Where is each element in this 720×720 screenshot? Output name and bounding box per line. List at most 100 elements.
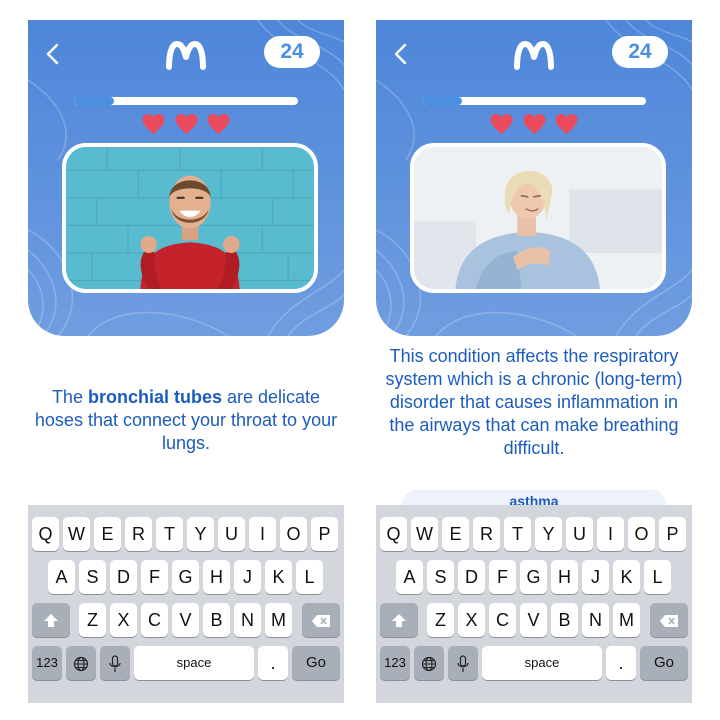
key-i[interactable]: I	[249, 517, 276, 551]
key-v[interactable]: V	[172, 603, 199, 637]
keyboard-row-4: 123 space . Go	[28, 646, 344, 680]
app-logo-icon	[166, 41, 206, 70]
backspace-key[interactable]	[302, 603, 340, 637]
heart-icon	[175, 114, 197, 134]
period-key[interactable]: .	[258, 646, 288, 680]
key-s[interactable]: S	[427, 560, 454, 594]
question-photo	[410, 143, 666, 293]
keyboard-row-4: 123 space . Go	[376, 646, 692, 680]
key-u[interactable]: U	[566, 517, 593, 551]
key-n[interactable]: N	[582, 603, 609, 637]
key-e[interactable]: E	[94, 517, 121, 551]
key-f[interactable]: F	[141, 560, 168, 594]
heart-icon	[555, 114, 578, 134]
key-j[interactable]: J	[582, 560, 609, 594]
key-p[interactable]: P	[659, 517, 686, 551]
dictation-key[interactable]	[100, 646, 130, 680]
key-m[interactable]: M	[265, 603, 292, 637]
key-q[interactable]: Q	[32, 517, 59, 551]
highlighted-term: bronchial tubes	[87, 387, 222, 407]
go-key[interactable]: Go	[640, 646, 688, 680]
key-l[interactable]: L	[644, 560, 671, 594]
space-key[interactable]: space	[134, 646, 254, 680]
globe-key[interactable]	[414, 646, 444, 680]
header-card: 24	[376, 20, 692, 336]
key-l[interactable]: L	[296, 560, 323, 594]
space-key[interactable]: space	[482, 646, 602, 680]
go-key[interactable]: Go	[292, 646, 340, 680]
key-z[interactable]: Z	[79, 603, 106, 637]
key-o[interactable]: O	[628, 517, 655, 551]
key-a[interactable]: A	[396, 560, 423, 594]
key-a[interactable]: A	[48, 560, 75, 594]
key-m[interactable]: M	[613, 603, 640, 637]
lives-hearts	[141, 113, 231, 137]
key-y[interactable]: Y	[187, 517, 214, 551]
key-z[interactable]: Z	[427, 603, 454, 637]
key-w[interactable]: W	[411, 517, 438, 551]
key-e[interactable]: E	[442, 517, 469, 551]
key-u[interactable]: U	[218, 517, 245, 551]
back-arrow-icon[interactable]	[390, 42, 412, 66]
progress-bar	[422, 97, 646, 105]
key-d[interactable]: D	[110, 560, 137, 594]
period-key[interactable]: .	[606, 646, 636, 680]
key-r[interactable]: R	[473, 517, 500, 551]
key-k[interactable]: K	[265, 560, 292, 594]
score-badge: 24	[612, 36, 668, 68]
progress-fill	[422, 97, 463, 105]
header-card: 24	[28, 20, 344, 336]
back-arrow-icon[interactable]	[42, 42, 64, 66]
key-h[interactable]: H	[203, 560, 230, 594]
key-k[interactable]: K	[613, 560, 640, 594]
key-r[interactable]: R	[125, 517, 152, 551]
key-n[interactable]: N	[234, 603, 261, 637]
key-y[interactable]: Y	[535, 517, 562, 551]
backspace-icon	[660, 615, 678, 628]
photo-laughing-man	[66, 147, 314, 289]
heart-icon	[523, 114, 545, 134]
key-c[interactable]: C	[141, 603, 168, 637]
key-q[interactable]: Q	[380, 517, 407, 551]
key-i[interactable]: I	[597, 517, 624, 551]
key-x[interactable]: X	[110, 603, 137, 637]
shift-icon	[44, 614, 58, 628]
key-s[interactable]: S	[79, 560, 106, 594]
key-h[interactable]: H	[551, 560, 578, 594]
key-v[interactable]: V	[520, 603, 547, 637]
key-b[interactable]: B	[551, 603, 578, 637]
globe-key[interactable]	[66, 646, 96, 680]
key-j[interactable]: J	[234, 560, 261, 594]
key-c[interactable]: C	[489, 603, 516, 637]
key-w[interactable]: W	[63, 517, 90, 551]
shift-icon	[392, 614, 406, 628]
key-o[interactable]: O	[280, 517, 307, 551]
backspace-key[interactable]	[650, 603, 688, 637]
heart-icon	[207, 114, 230, 134]
score-badge: 24	[264, 36, 320, 68]
text-before-term: The	[51, 387, 88, 407]
heart-icon	[142, 114, 165, 134]
question-text: The bronchial tubes are delicate hoses t…	[28, 386, 344, 455]
photo-woman-breathing	[414, 147, 662, 289]
app-logo-icon	[514, 41, 554, 70]
globe-icon	[421, 657, 437, 672]
numbers-key[interactable]: 123	[380, 646, 410, 680]
key-t[interactable]: T	[504, 517, 531, 551]
shift-key[interactable]	[32, 603, 70, 637]
key-d[interactable]: D	[458, 560, 485, 594]
on-screen-keyboard: Q W E R T Y U I O P A S D F G H J K L Z	[376, 505, 692, 703]
keyboard-row-3: Z X C V B N M	[28, 603, 344, 637]
keyboard-row-2: A S D F G H J K L	[28, 560, 344, 594]
dictation-key[interactable]	[448, 646, 478, 680]
numbers-key[interactable]: 123	[32, 646, 62, 680]
key-p[interactable]: P	[311, 517, 338, 551]
key-b[interactable]: B	[203, 603, 230, 637]
key-g[interactable]: G	[172, 560, 199, 594]
microphone-icon	[109, 655, 121, 673]
key-f[interactable]: F	[489, 560, 516, 594]
key-x[interactable]: X	[458, 603, 485, 637]
key-g[interactable]: G	[520, 560, 547, 594]
key-t[interactable]: T	[156, 517, 183, 551]
shift-key[interactable]	[380, 603, 418, 637]
